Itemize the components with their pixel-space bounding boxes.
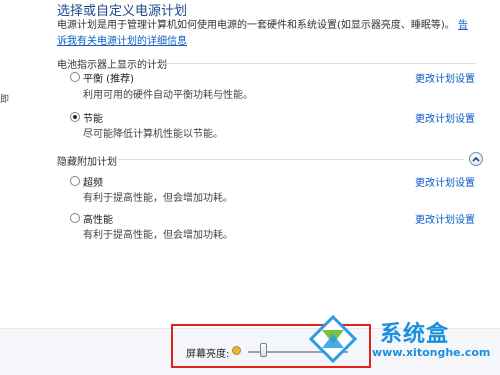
collapse-hidden-plans-button[interactable] [469, 152, 483, 166]
page-title: 选择或自定义电源计划 [57, 4, 188, 19]
plan-high-performance-desc: 有利于提高性能，但会增加功耗。 [83, 230, 233, 241]
plan-power-saver-change-link[interactable]: 更改计划设置 [415, 110, 475, 125]
watermark-title: 系统盒 [380, 322, 450, 347]
watermark-logo-icon [308, 314, 358, 364]
plan-balanced-radio[interactable] [70, 72, 80, 82]
page-description: 电源计划是用于管理计算机如何使用电源的一套硬件和系统设置(如显示器亮度、睡眠等)… [57, 18, 477, 50]
plan-overclock-name[interactable]: 超频 [83, 174, 103, 189]
watermark-url: www.xitonghe.com [372, 346, 491, 359]
left-edge-fragment: 即 [0, 95, 10, 105]
plan-overclock-radio[interactable] [70, 176, 80, 186]
plan-high-performance-radio[interactable] [70, 213, 80, 223]
plan-overclock-desc: 有利于提高性能，但会增加功耗。 [83, 193, 233, 204]
description-text: 电源计划是用于管理计算机如何使用电源的一套硬件和系统设置(如显示器亮度、睡眠等)… [57, 20, 455, 31]
plan-balanced-name[interactable]: 平衡 (推荐) [83, 70, 134, 85]
section-hidden-plans-label: 隐藏附加计划 [57, 157, 117, 168]
section-battery-meter-label: 电池指示器上显示的计划 [57, 60, 167, 71]
section-divider [118, 159, 464, 160]
plan-balanced-desc: 利用可用的硬件自动平衡功耗与性能。 [83, 90, 253, 101]
section-divider [156, 63, 476, 64]
plan-high-performance-name[interactable]: 高性能 [83, 211, 113, 226]
plan-balanced-change-link[interactable]: 更改计划设置 [415, 70, 475, 85]
chevron-up-icon [472, 156, 480, 162]
plan-power-saver-name[interactable]: 节能 [83, 110, 103, 125]
plan-high-performance-change-link[interactable]: 更改计划设置 [415, 211, 475, 226]
plan-power-saver-radio[interactable] [70, 112, 80, 122]
plan-power-saver-desc: 尽可能降低计算机性能以节能。 [83, 129, 223, 140]
plan-overclock-change-link[interactable]: 更改计划设置 [415, 174, 475, 189]
